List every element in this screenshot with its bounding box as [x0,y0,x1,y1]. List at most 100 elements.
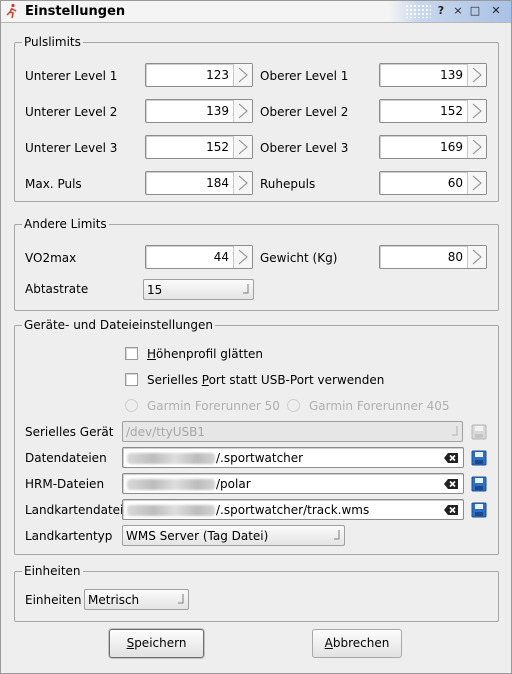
smooth-elevation-checkbox[interactable] [125,347,138,360]
map-type-label: Landkartentyp [25,529,113,543]
clear-field-icon[interactable] [443,477,459,491]
floppy-disk-icon[interactable] [471,450,487,466]
other-limits-title: Andere Limits [22,217,109,231]
resting-pulse-spinbox[interactable]: 60 [379,171,487,195]
max-pulse-spinbox[interactable]: 184 [145,171,253,195]
upper-level-2-spinbox[interactable]: 152 [379,99,487,123]
map-type-combo[interactable]: WMS Server (Tag Datei) [122,525,345,546]
mnemonic: A [324,636,333,650]
input-value: /.sportwatcher/track.wms [216,503,370,517]
upper-level-1-spinbox[interactable]: 139 [379,63,487,87]
spin-arrows-icon[interactable] [467,136,486,158]
units-combo[interactable]: Metrisch [84,589,189,610]
cancel-button[interactable]: Abbrechen [312,629,402,658]
save-button[interactable]: Speichern [109,629,204,658]
redacted-path [127,453,215,464]
spinbox-value: 184 [206,176,229,190]
max-pulse-label: Max. Puls [25,177,82,191]
redacted-path [127,505,215,516]
sample-rate-combo[interactable]: 15 [143,279,254,300]
clear-field-icon[interactable] [443,503,459,517]
spin-arrows-icon[interactable] [467,246,486,268]
spin-arrows-icon[interactable] [233,100,252,122]
radio-forerunner-405-label: Garmin Forerunner 405 [309,399,450,413]
dropdown-arrow-icon [452,426,458,436]
clear-field-icon[interactable] [443,451,459,465]
spin-arrows-icon[interactable] [467,64,486,86]
weight-spinbox[interactable]: 80 [379,245,487,269]
titlebar-decoration [405,4,431,18]
lower-level-2-spinbox[interactable]: 139 [145,99,253,123]
title-bar[interactable]: Einstellungen ? × □ ✕ [1,1,511,23]
hrm-files-label: HRM-Dateien [25,477,105,491]
lower-level-1-spinbox[interactable]: 123 [145,63,253,87]
map-file-input[interactable]: /.sportwatcher/track.wms [122,499,464,520]
upper-level-2-label: Oberer Level 2 [260,105,349,119]
spin-arrows-icon[interactable] [233,246,252,268]
help-button[interactable]: ? [434,4,448,18]
upper-level-3-label: Oberer Level 3 [260,141,349,155]
pulse-limits-title: Pulslimits [22,35,83,49]
resting-pulse-label: Ruhepuls [260,177,316,191]
map-file-label: Landkartendatei [25,503,124,517]
spinbox-value: 169 [440,140,463,154]
button-label: bbrechen [332,636,390,650]
vo2max-spinbox[interactable]: 44 [145,245,253,269]
sample-rate-label: Abtastrate [25,282,89,296]
data-files-input[interactable]: /.sportwatcher [122,447,464,468]
hrm-files-input[interactable]: /polar [122,473,464,494]
weight-label: Gewicht (Kg) [260,251,338,265]
lower-level-3-spinbox[interactable]: 152 [145,135,253,159]
spinbox-value: 139 [440,68,463,82]
dropdown-arrow-icon [243,284,249,294]
radio-forerunner-50[interactable] [125,399,138,412]
combo-value: WMS Server (Tag Datei) [126,529,269,543]
label-rest: öhenprofil glätten [156,347,264,361]
lower-level-3-label: Unterer Level 3 [25,141,118,155]
spin-arrows-icon[interactable] [233,172,252,194]
serial-port-checkbox[interactable] [125,373,138,386]
units-title: Einheiten [22,564,83,578]
lower-level-1-label: Unterer Level 1 [25,69,118,83]
smooth-elevation-label[interactable]: Höhenprofil glätten [147,347,263,361]
floppy-disk-icon[interactable] [471,424,487,440]
spinbox-value: 123 [206,68,229,82]
spinbox-value: 139 [206,104,229,118]
combo-value: Metrisch [88,593,140,607]
spin-arrows-icon[interactable] [467,100,486,122]
radio-forerunner-50-label: Garmin Forerunner 50 [147,399,280,413]
spin-arrows-icon[interactable] [233,64,252,86]
device-settings-title: Geräte- und Dateieinstellungen [22,318,216,332]
input-value: /.sportwatcher [216,451,304,465]
floppy-disk-icon[interactable] [471,502,487,518]
serial-device-combo[interactable]: /dev/ttyUSB1 [122,421,463,442]
serial-device-label: Serielles Gerät [25,425,114,439]
settings-dialog: Einstellungen ? × □ ✕ Pulslimits Unterer… [0,0,512,674]
spinbox-value: 80 [447,250,463,264]
minimize-button[interactable]: × [451,4,465,18]
vo2max-label: VO2max [25,251,77,265]
spinbox-value: 44 [213,250,229,264]
spin-arrows-icon[interactable] [467,172,486,194]
combo-value: /dev/ttyUSB1 [126,425,205,439]
maximize-button[interactable]: □ [468,4,482,18]
spin-arrows-icon[interactable] [233,136,252,158]
serial-port-label[interactable]: Serielles Port statt USB-Port verwenden [147,373,384,387]
input-value: /polar [216,477,251,491]
floppy-disk-icon[interactable] [471,476,487,492]
units-label: Einheiten [25,593,82,607]
dropdown-arrow-icon [178,594,184,604]
radio-forerunner-405[interactable] [287,399,300,412]
button-label: peichern [134,636,187,650]
upper-level-3-spinbox[interactable]: 169 [379,135,487,159]
spinbox-value: 152 [206,140,229,154]
combo-value: 15 [147,283,163,297]
label-rest: ort statt USB-Port verwenden [208,373,385,387]
mnemonic: H [147,347,157,361]
close-button[interactable]: ✕ [489,4,503,18]
data-files-label: Datendateien [25,451,107,465]
mnemonic: P [201,373,209,387]
spinbox-value: 60 [447,176,463,190]
spinbox-value: 152 [440,104,463,118]
runner-icon [6,3,17,19]
